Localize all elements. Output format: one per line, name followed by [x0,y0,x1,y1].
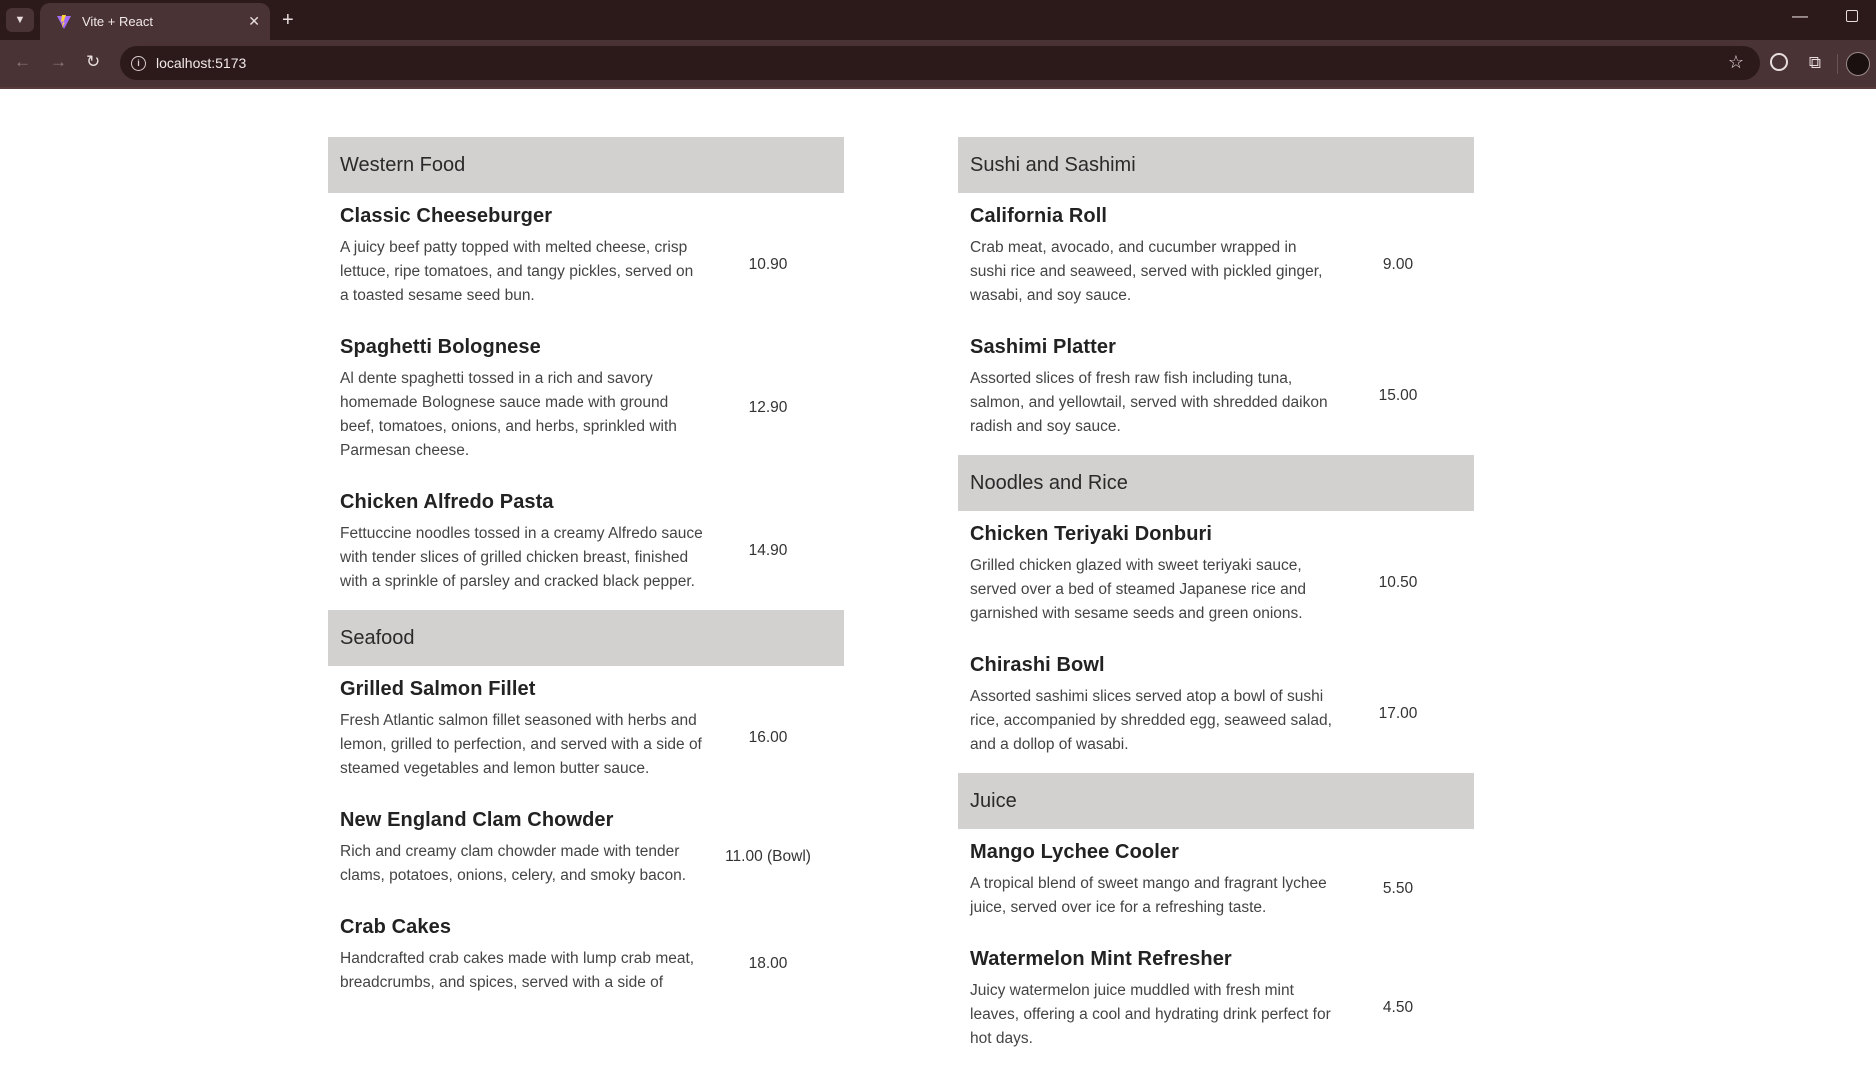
menu-item: Mango Lychee Cooler A tropical blend of … [958,829,1474,936]
menu-item-text: California Roll Crab meat, avocado, and … [970,205,1334,324]
menu-item-description: A juicy beef patty topped with melted ch… [340,239,694,304]
menu-section: Seafood Grilled Salmon Fillet Fresh Atla… [328,610,844,1011]
menu-item-name: Crab Cakes [340,916,452,938]
section-items: Grilled Salmon Fillet Fresh Atlantic sal… [328,666,844,1011]
menu-item-price: 4.50 [1382,998,1414,1016]
menu-item-description: A tropical blend of sweet mango and frag… [970,875,1327,916]
tab-search-button[interactable]: ▼ [6,8,34,32]
menu-section: Noodles and Rice Chicken Teriyaki Donbur… [958,455,1474,773]
menu-item-price: 18.00 [748,954,788,972]
menu-item-text: New England Clam Chowder Rich and creamy… [340,809,704,904]
menu-item-name: Mango Lychee Cooler [970,841,1179,863]
url-text[interactable]: localhost:5173 [156,55,246,71]
menu-item-text: Chirashi Bowl Assorted sashimi slices se… [970,654,1334,773]
section-items: Classic Cheeseburger A juicy beef patty … [328,193,844,610]
menu-item: Sashimi Platter Assorted slices of fresh… [958,324,1474,455]
menu-item-description: Grilled chicken glazed with sweet teriya… [970,557,1307,622]
menu-item: Classic Cheeseburger A juicy beef patty … [328,193,844,324]
minimize-window-icon[interactable]: — [1792,8,1808,26]
menu-item-description: Assorted sashimi slices served atop a bo… [970,688,1332,753]
extensions-puzzle-icon[interactable]: ⧉ [1809,53,1821,73]
menu-item-description: Fettuccine noodles tossed in a creamy Al… [340,525,703,590]
menu-item: New England Clam Chowder Rich and creamy… [328,797,844,904]
menu-item-text: Grilled Salmon Fillet Fresh Atlantic sal… [340,678,704,797]
close-tab-icon[interactable]: ✕ [248,13,260,30]
section-header: Sushi and Sashimi [958,137,1474,193]
vite-logo-icon [57,14,71,29]
menu-item-name: Chicken Teriyaki Donburi [970,523,1213,545]
section-header: Juice [958,773,1474,829]
menu-item-price: 12.90 [748,398,788,416]
menu-section: Sushi and Sashimi California Roll Crab m… [958,137,1474,455]
menu-item-text: Spaghetti Bolognese Al dente spaghetti t… [340,336,704,479]
menu-item-name: Chirashi Bowl [970,654,1105,676]
menu-item-description: Crab meat, avocado, and cucumber wrapped… [970,239,1323,304]
menu-item-name: California Roll [970,205,1108,227]
menu-item-price: 9.00 [1382,255,1414,273]
menu-item: Chicken Teriyaki Donburi Grilled chicken… [958,511,1474,642]
menu-item-text: Classic Cheeseburger A juicy beef patty … [340,205,704,324]
address-bar[interactable]: i localhost:5173 ☆ [120,46,1760,80]
menu-item-description: Assorted slices of fresh raw fish includ… [970,370,1328,435]
section-items: Chicken Teriyaki Donburi Grilled chicken… [958,511,1474,773]
menu-item-price: 16.00 [748,728,788,746]
menu-item: Chirashi Bowl Assorted sashimi slices se… [958,642,1474,773]
section-header: Western Food [328,137,844,193]
menu-item-text: Crab Cakes Handcrafted crab cakes made w… [340,916,704,1011]
menu-item-name: Sashimi Platter [970,336,1117,358]
chevron-down-icon: ▼ [14,14,26,26]
menu-item: Spaghetti Bolognese Al dente spaghetti t… [328,324,844,479]
menu-item-name: New England Clam Chowder [340,809,614,831]
reload-icon[interactable]: ↻ [86,52,100,72]
menu-item-price: 10.50 [1378,573,1418,591]
menu-item-description: Juicy watermelon juice muddled with fres… [970,982,1331,1047]
menu-item: Grilled Salmon Fillet Fresh Atlantic sal… [328,666,844,797]
section-header: Seafood [328,610,844,666]
section-items: Mango Lychee Cooler A tropical blend of … [958,829,1474,1067]
bookmark-star-icon[interactable]: ☆ [1728,52,1744,73]
menu-item-name: Grilled Salmon Fillet [340,678,536,700]
back-arrow-icon[interactable]: ← [14,52,31,72]
menu-item: Chicken Alfredo Pasta Fettuccine noodles… [328,479,844,610]
menu-item-text: Mango Lychee Cooler A tropical blend of … [970,841,1334,936]
menu-item-name: Spaghetti Bolognese [340,336,541,358]
menu-item: Watermelon Mint Refresher Juicy watermel… [958,936,1474,1067]
forward-arrow-icon[interactable]: → [50,52,67,72]
menu-item-name: Classic Cheeseburger [340,205,553,227]
google-lens-icon[interactable] [1770,53,1788,71]
menu-item-price: 10.90 [748,255,788,273]
menu-item-price: 14.90 [748,541,788,559]
menu-item-name: Chicken Alfredo Pasta [340,491,554,513]
new-tab-button[interactable]: + [282,8,294,32]
browser-toolbar: ← → ↻ i localhost:5173 ☆ ⧉ [0,40,1876,89]
profile-avatar[interactable] [1846,52,1870,76]
menu-item-text: Chicken Alfredo Pasta Fettuccine noodles… [340,491,704,610]
menu-item-price: 11.00 (Bowl) [725,847,811,865]
menu-item: California Roll Crab meat, avocado, and … [958,193,1474,324]
menu-section: Western Food Classic Cheeseburger A juic… [328,137,844,610]
restore-window-icon[interactable] [1846,10,1858,22]
browser-tab-bar: ▼ Vite + React ✕ + — [0,0,1876,40]
menu-item-description: Fresh Atlantic salmon fillet seasoned wi… [340,712,702,777]
browser-tab[interactable]: Vite + React ✕ [40,3,270,40]
toolbar-divider [1837,54,1838,74]
menu-column-right: Sushi and Sashimi California Roll Crab m… [958,137,1474,1067]
menu-item-price: 5.50 [1382,879,1414,897]
menu-item-description: Al dente spaghetti tossed in a rich and … [340,370,677,459]
menu-item-text: Sashimi Platter Assorted slices of fresh… [970,336,1334,455]
menu-item: Crab Cakes Handcrafted crab cakes made w… [328,904,844,1011]
menu-item-price: 15.00 [1378,386,1418,404]
site-info-icon[interactable]: i [131,55,146,71]
menu-item-text: Watermelon Mint Refresher Juicy watermel… [970,948,1334,1067]
menu-item-price: 17.00 [1378,704,1418,722]
menu-item-description: Handcrafted crab cakes made with lump cr… [340,950,695,991]
section-header: Noodles and Rice [958,455,1474,511]
menu-item-text: Chicken Teriyaki Donburi Grilled chicken… [970,523,1334,642]
menu-item-description: Rich and creamy clam chowder made with t… [340,843,687,884]
menu-column-left: Western Food Classic Cheeseburger A juic… [328,137,844,1011]
menu-section: Juice Mango Lychee Cooler A tropical ble… [958,773,1474,1067]
menu-item-name: Watermelon Mint Refresher [970,948,1232,970]
section-items: California Roll Crab meat, avocado, and … [958,193,1474,455]
tab-title: Vite + React [82,14,153,29]
